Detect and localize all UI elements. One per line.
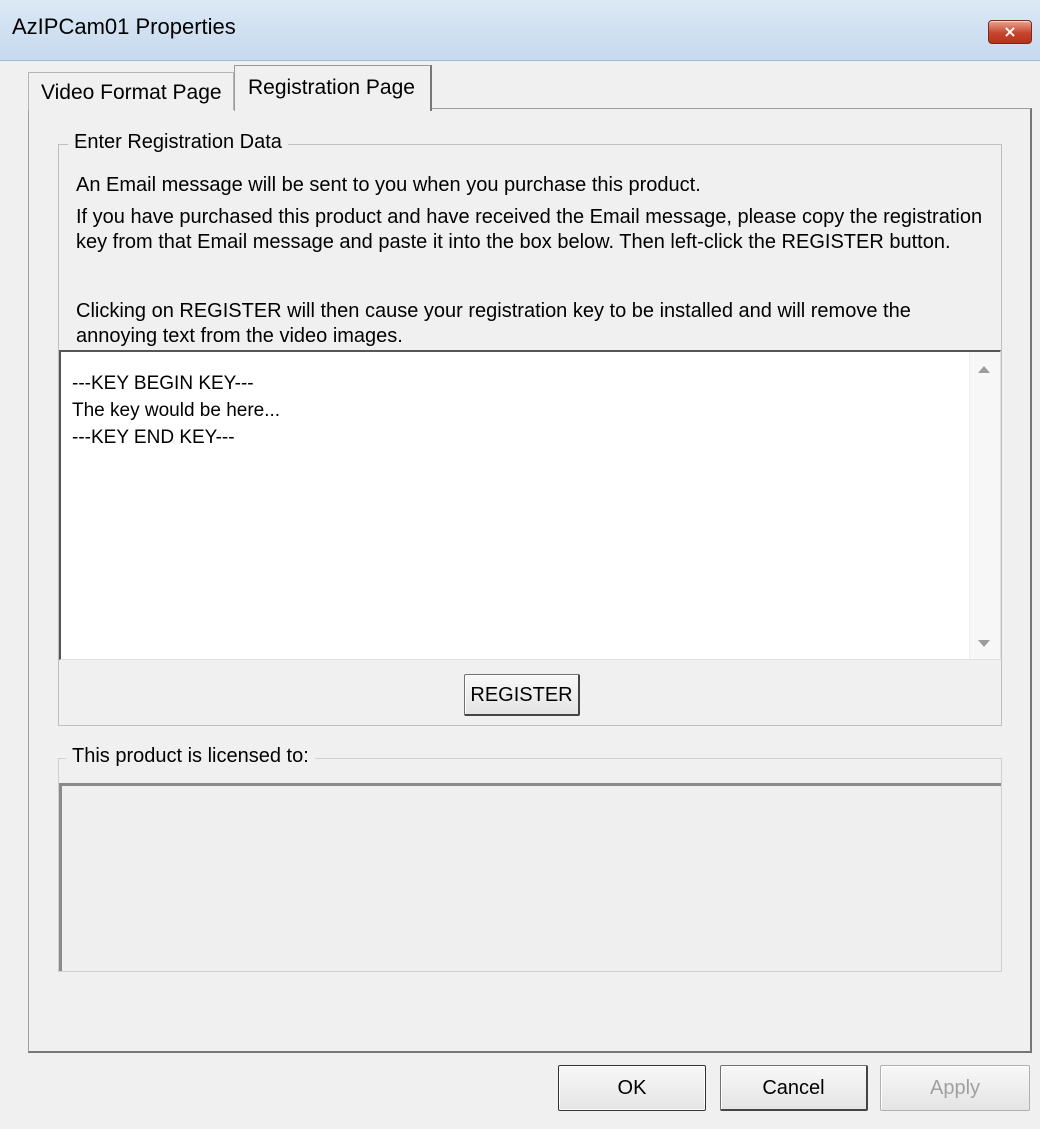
registration-key-textarea[interactable]: ---KEY BEGIN KEY--- The key would be her… — [59, 350, 1001, 660]
ok-button[interactable]: OK — [558, 1065, 706, 1111]
tab-video-format-page[interactable]: Video Format Page — [28, 72, 234, 110]
instruction-text-1: An Email message will be sent to you whe… — [76, 174, 701, 196]
close-button[interactable]: × — [988, 20, 1032, 44]
apply-button[interactable]: Apply — [880, 1065, 1030, 1111]
licensed-to-field — [59, 783, 1001, 971]
scroll-up-arrow-icon[interactable] — [978, 366, 990, 373]
instruction-text-3: Clicking on REGISTER will then cause you… — [76, 300, 911, 347]
register-button[interactable]: REGISTER — [464, 674, 580, 716]
instruction-text-2: If you have purchased this product and h… — [76, 206, 983, 253]
vertical-scrollbar[interactable] — [969, 352, 1000, 659]
scroll-down-arrow-icon[interactable] — [978, 640, 990, 647]
registration-group-legend: Enter Registration Data — [68, 131, 288, 154]
title-bar[interactable]: AzIPCam01 Properties × — [0, 0, 1040, 61]
close-icon: × — [1003, 22, 1017, 41]
license-group-legend: This product is licensed to: — [66, 745, 315, 768]
tab-registration-page[interactable]: Registration Page — [234, 65, 432, 111]
cancel-button[interactable]: Cancel — [720, 1065, 868, 1111]
window-title: AzIPCam01 Properties — [12, 14, 236, 39]
registration-key-text[interactable]: ---KEY BEGIN KEY--- The key would be her… — [72, 370, 952, 451]
properties-dialog: AzIPCam01 Properties × Video Format Page… — [0, 0, 1040, 1129]
